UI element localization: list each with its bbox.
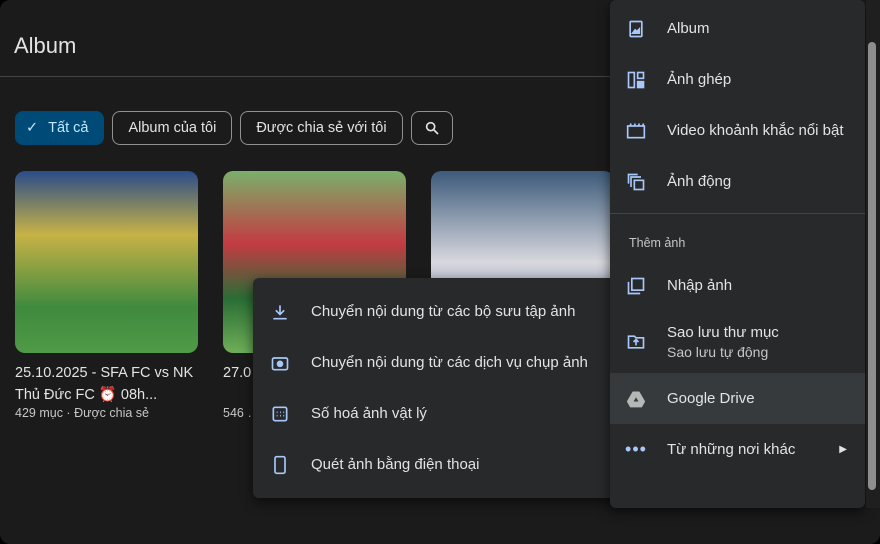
menu-item-animation[interactable]: Ảnh động xyxy=(610,156,865,207)
scan-photo-icon xyxy=(269,403,291,425)
menu-item-transfer-services[interactable]: Chuyển nội dung từ các dịch vụ chụp ảnh xyxy=(253,337,623,388)
menu-label: Video khoảnh khắc nổi bật xyxy=(667,122,844,139)
scrollbar-thumb[interactable] xyxy=(868,42,876,490)
filter-shared[interactable]: Được chia sẻ với tôi xyxy=(240,111,403,145)
menu-item-backup-folder[interactable]: Sao lưu thư mục Sao lưu tự động xyxy=(610,311,865,373)
page-title: Album xyxy=(14,33,77,58)
menu-label: Sao lưu thư mục xyxy=(667,324,779,341)
import-menu: Chuyển nội dung từ các bộ sưu tập ảnh Ch… xyxy=(253,278,623,498)
album-count: 429 mục xyxy=(15,406,63,420)
menu-label: Nhập ảnh xyxy=(667,277,733,294)
divider xyxy=(0,76,620,77)
search-button[interactable] xyxy=(410,111,453,145)
album-shared: Được chia sẻ xyxy=(74,406,149,420)
chevron-right-icon: ▶ xyxy=(839,444,847,455)
album-title[interactable]: 25.10.2025 - SFA FC vs NK Thủ Đức FC ⏰ 0… xyxy=(15,362,200,406)
import-photo-icon xyxy=(625,275,647,297)
collage-icon xyxy=(625,69,647,91)
animation-icon xyxy=(625,171,647,193)
menu-label: Chuyển nội dung từ các bộ sưu tập ảnh xyxy=(311,303,576,320)
phone-icon xyxy=(269,454,291,476)
album-meta: 429 mục · Được chia sẻ xyxy=(15,406,149,420)
menu-label: Số hoá ảnh vật lý xyxy=(311,405,427,422)
filter-all[interactable]: ✓ Tất cả xyxy=(15,111,105,145)
menu-label: Từ những nơi khác xyxy=(667,441,796,458)
more-icon: ••• xyxy=(625,439,647,459)
menu-item-highlight-video[interactable]: Video khoảnh khắc nổi bật xyxy=(610,105,865,156)
search-icon xyxy=(425,121,439,135)
menu-label: Google Drive xyxy=(667,390,755,407)
menu-label: Quét ảnh bằng điện thoại xyxy=(311,456,480,473)
section-label: Thêm ảnh xyxy=(629,236,686,250)
folder-upload-icon xyxy=(625,331,647,353)
filter-my-albums[interactable]: Album của tôi xyxy=(112,111,233,145)
movie-icon xyxy=(625,120,647,142)
download-icon xyxy=(269,301,291,323)
camera-sync-icon xyxy=(269,352,291,374)
album-icon xyxy=(625,18,647,40)
menu-item-transfer-collections[interactable]: Chuyển nội dung từ các bộ sưu tập ảnh xyxy=(253,286,623,337)
chip-label: Tất cả xyxy=(48,120,89,136)
album-thumbnail[interactable] xyxy=(15,171,198,353)
menu-item-collage[interactable]: Ảnh ghép xyxy=(610,54,865,105)
check-icon: ✓ xyxy=(26,120,39,136)
menu-item-import-photos[interactable]: Nhập ảnh xyxy=(610,260,865,311)
menu-label: Ảnh ghép xyxy=(667,71,732,88)
filter-chips: ✓ Tất cả Album của tôi Được chia sẻ với t… xyxy=(15,111,453,145)
menu-divider xyxy=(610,213,865,214)
menu-item-digitize[interactable]: Số hoá ảnh vật lý xyxy=(253,388,623,439)
drive-icon xyxy=(625,388,647,410)
menu-label: Ảnh động xyxy=(667,173,732,190)
menu-label: Chuyển nội dung từ các dịch vụ chụp ảnh xyxy=(311,354,588,371)
create-menu: Album Ảnh ghép Video khoảnh khắc nổi bật… xyxy=(610,0,865,508)
menu-item-scan-phone[interactable]: Quét ảnh bằng điện thoại xyxy=(253,439,623,490)
menu-label: Album xyxy=(667,20,710,37)
menu-item-google-drive[interactable]: Google Drive xyxy=(610,373,865,424)
menu-sublabel: Sao lưu tự động xyxy=(667,344,769,360)
menu-item-album[interactable]: Album xyxy=(610,3,865,54)
menu-item-other-sources[interactable]: ••• Từ những nơi khác ▶ xyxy=(610,424,865,475)
